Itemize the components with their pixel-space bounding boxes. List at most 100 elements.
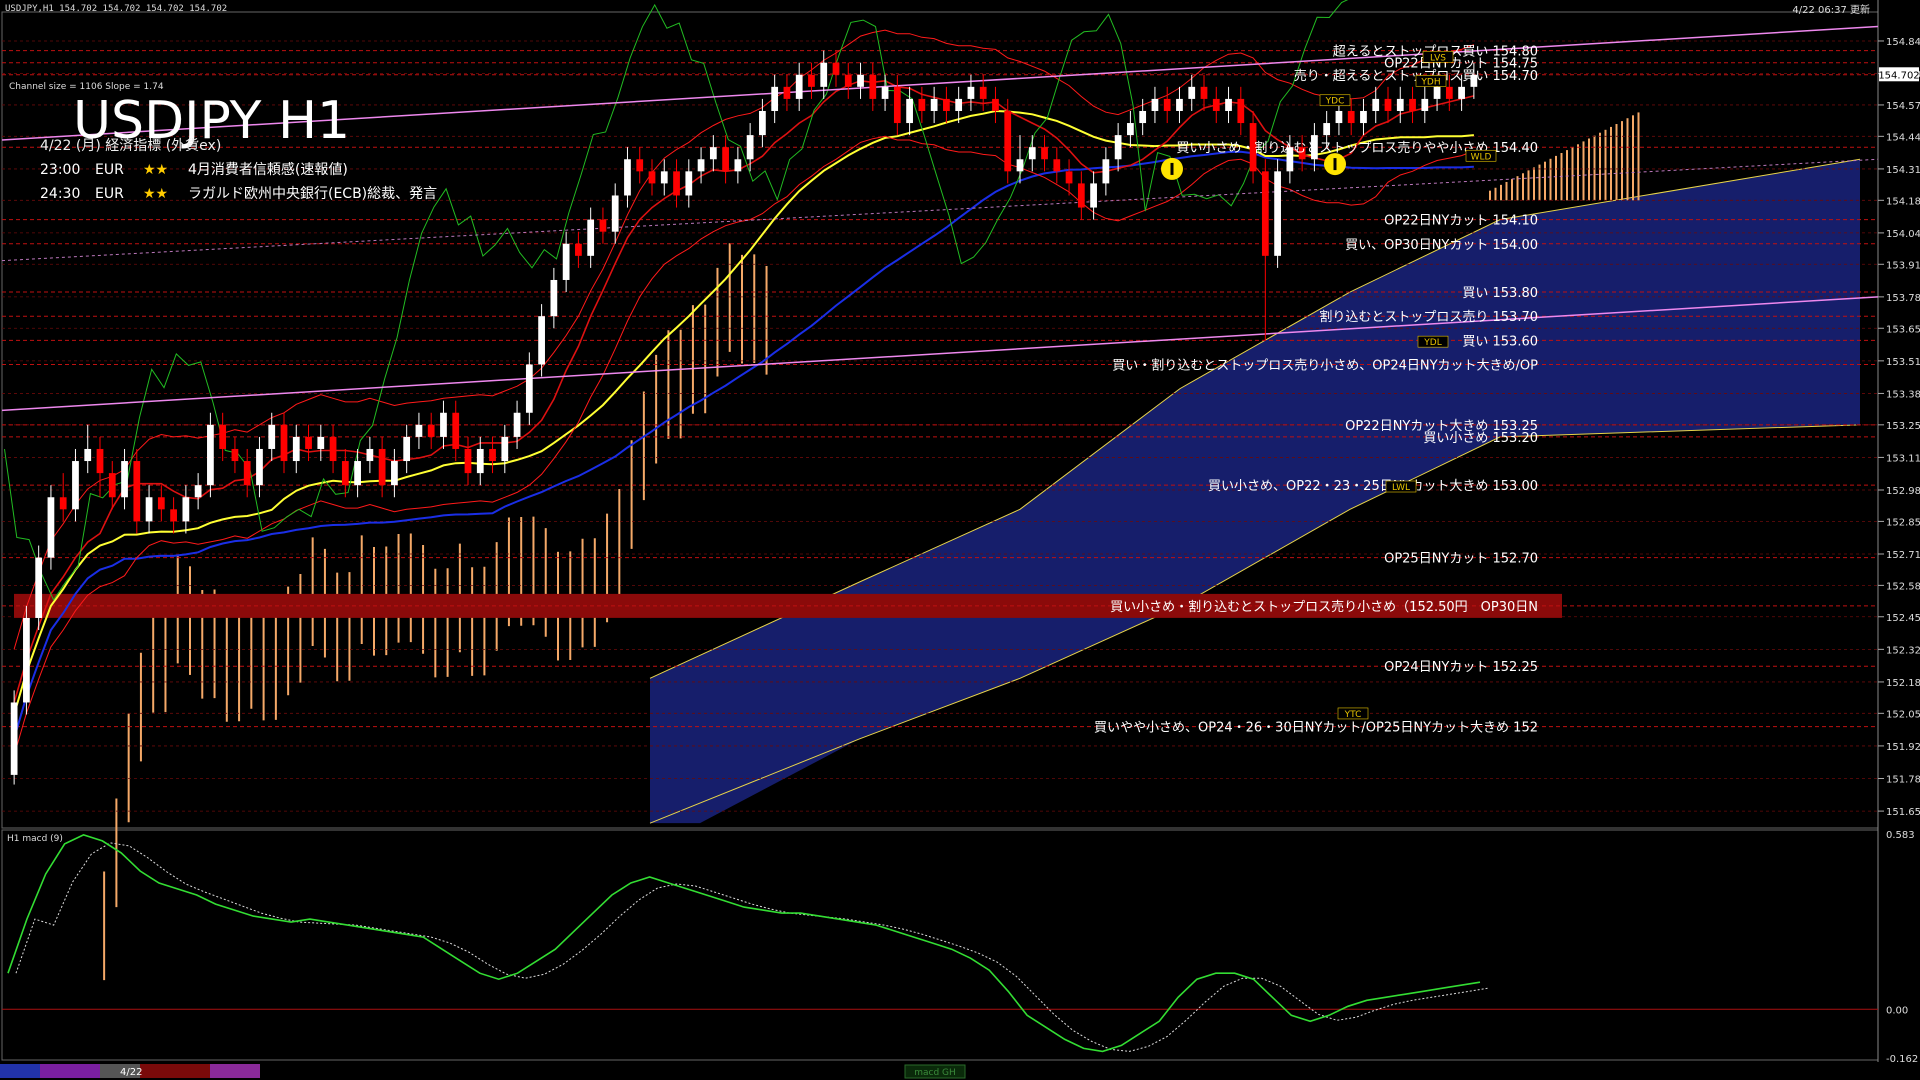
- candle-body-94: [1163, 98, 1171, 111]
- candle-body-53: [660, 171, 668, 184]
- candle-body-38: [476, 448, 484, 474]
- candle-body-31: [391, 461, 398, 486]
- candle-body-17: [219, 424, 227, 449]
- candle-body-84: [1041, 147, 1048, 160]
- candle-body-30: [378, 448, 386, 486]
- candle-body-27: [341, 461, 349, 486]
- candle-body-29: [366, 448, 374, 462]
- candle-body-51: [636, 159, 644, 172]
- candle-body-48: [599, 219, 607, 232]
- candle-body-77: [955, 98, 963, 111]
- level-label-15: OP24日NYカット 152.25: [1384, 660, 1538, 675]
- event-2-currency: EUR: [95, 186, 124, 202]
- bottom-tab-label: macd GH: [914, 1068, 956, 1078]
- bottom-seg-5: [210, 1064, 260, 1078]
- candle-body-12: [157, 497, 165, 510]
- current-price-label: 154.702: [1878, 70, 1919, 81]
- chart-canvas: 超えるとストップロス買い 154.80OP22日NYカット 154.75売り・超…: [0, 0, 1920, 1080]
- candle-body-109: [1347, 110, 1355, 124]
- candle-body-28: [354, 461, 361, 486]
- tag-label-3: YDC: [1325, 97, 1345, 107]
- candle-body-97: [1200, 86, 1208, 99]
- candle-body-61: [759, 110, 766, 136]
- candle-body-3: [47, 497, 55, 558]
- axis-label-13: 153.115: [1886, 453, 1920, 464]
- axis-label-15: 152.850: [1886, 517, 1920, 528]
- axis-label-9: 153.650: [1886, 324, 1920, 335]
- candle-body-55: [685, 171, 693, 196]
- candle-body-35: [440, 412, 447, 437]
- axis-label-6: 154.045: [1886, 229, 1920, 240]
- axis-label-4: 154.310: [1886, 165, 1920, 176]
- axis-label-14: 152.980: [1886, 486, 1920, 497]
- bottom-seg-2: [40, 1064, 100, 1078]
- candle-body-46: [575, 243, 582, 256]
- candle-body-36: [452, 412, 460, 449]
- candle-body-67: [832, 62, 840, 75]
- axis-label-11: 153.380: [1886, 389, 1920, 400]
- event-1-time: 23:00: [40, 162, 80, 178]
- candle-body-6: [84, 448, 92, 462]
- candle-body-22: [280, 424, 288, 462]
- candle-body-64: [795, 74, 803, 99]
- candle-body-18: [231, 448, 239, 462]
- candle-body-80: [992, 98, 999, 111]
- candle-body-58: [722, 147, 729, 172]
- tag-label-6: YTC: [1344, 710, 1362, 720]
- candle-body-49: [611, 195, 619, 232]
- level-label-13: OP25日NYカット 152.70: [1384, 552, 1538, 567]
- event-1-name: 4月消費者信頼感(速報値): [188, 161, 348, 178]
- macd-axis-label-0: 0.583: [1886, 830, 1915, 841]
- event-1-currency: EUR: [95, 162, 124, 178]
- candle-body-20: [256, 448, 263, 486]
- bottom-seg-4: [140, 1064, 210, 1078]
- bottom-date: 4/22: [120, 1067, 142, 1078]
- candle-body-9: [121, 461, 128, 498]
- candle-body-90: [1114, 135, 1122, 160]
- event-2-time: 24:30: [40, 186, 80, 202]
- candle-body-63: [783, 86, 791, 99]
- candle-body-60: [746, 135, 754, 160]
- event-header: 4/22 (月) 経済指標 (外貨ex): [40, 137, 221, 154]
- candle-body-98: [1212, 98, 1220, 111]
- candle-body-102: [1261, 171, 1269, 256]
- candle-body-4: [59, 497, 67, 510]
- macd-axis-label-1: 0.00: [1886, 1005, 1908, 1016]
- axis-label-3: 154.445: [1886, 132, 1920, 143]
- axis-label-12: 153.250: [1886, 421, 1920, 432]
- tag-label-5: LWL: [1392, 483, 1410, 493]
- event-2-stars: ★★: [143, 186, 168, 202]
- candle-body-47: [587, 219, 595, 256]
- candle-body-24: [305, 436, 312, 449]
- axis-label-21: 152.055: [1886, 709, 1920, 720]
- candle-body-116: [1433, 86, 1441, 99]
- axis-label-8: 153.780: [1886, 293, 1920, 304]
- candle-body-118: [1458, 86, 1465, 99]
- candle-body-81: [1004, 110, 1012, 172]
- candle-body-114: [1409, 98, 1416, 111]
- candle-body-73: [906, 98, 913, 124]
- level-label-8: 買い 153.60: [1462, 334, 1538, 349]
- event-2-name: ラガルド欧州中央銀行(ECB)総裁、発言: [188, 186, 437, 202]
- candle-body-68: [844, 74, 852, 87]
- level-label-5: 買い、OP30日NYカット 154.00: [1345, 238, 1538, 253]
- candle-body-66: [820, 62, 828, 87]
- candle-body-16: [207, 424, 214, 486]
- candle-body-70: [869, 74, 877, 99]
- level-label-6: 買い 153.80: [1462, 286, 1538, 301]
- axis-label-18: 152.455: [1886, 613, 1920, 624]
- candle-body-56: [697, 159, 705, 172]
- candle-body-76: [943, 98, 950, 111]
- axis-label-17: 152.585: [1886, 581, 1920, 592]
- candle-body-23: [292, 436, 300, 462]
- candle-body-45: [562, 243, 570, 280]
- candle-body-1: [23, 617, 30, 703]
- candle-body-21: [268, 424, 276, 449]
- candle-body-74: [918, 98, 926, 111]
- event-1-stars: ★★: [143, 162, 168, 178]
- candle-body-15: [194, 485, 202, 498]
- candle-body-7: [96, 448, 104, 474]
- candle-body-87: [1077, 183, 1085, 208]
- axis-label-16: 152.715: [1886, 550, 1920, 561]
- candle-body-92: [1139, 110, 1147, 124]
